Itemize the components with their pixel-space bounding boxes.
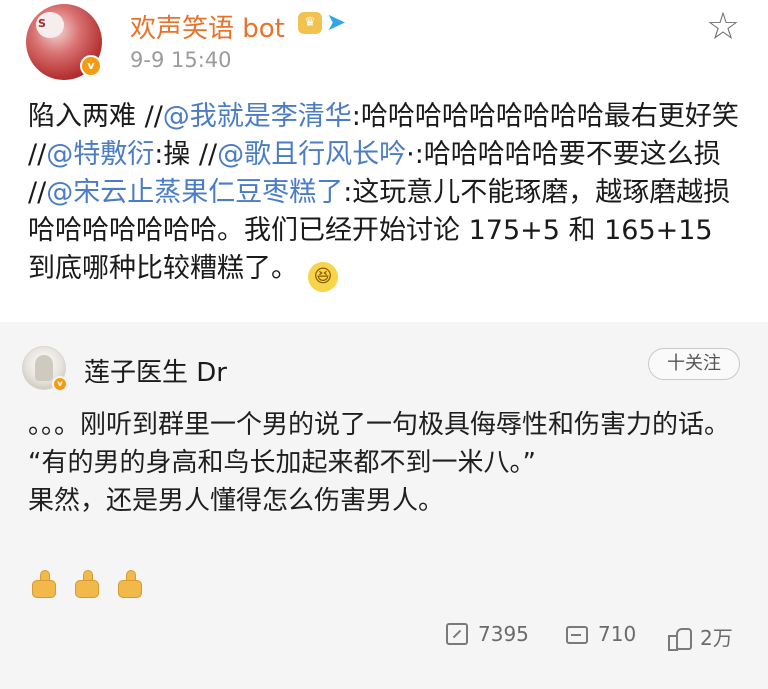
post-timestamp: 9-9 15:40 bbox=[130, 48, 232, 72]
repost-separator: // bbox=[28, 139, 47, 170]
comment-count: 710 bbox=[598, 622, 637, 646]
mention-link[interactable]: @歌且行风长吟 bbox=[217, 139, 406, 170]
like-icon bbox=[668, 626, 692, 651]
comment-line: “有的男的身高和鸟长加起来都不到一米八。” bbox=[28, 448, 536, 478]
thumbs-up-icon bbox=[28, 568, 62, 602]
post-text: 陷入两难 bbox=[28, 101, 136, 132]
repost-separator: // bbox=[198, 139, 218, 170]
repost-separator: // bbox=[28, 177, 47, 208]
comment-line: 果然，还是男人懂得怎么伤害男人。 bbox=[28, 486, 445, 516]
thumbs-up-icon bbox=[71, 568, 105, 602]
mention-link[interactable]: @我就是李清华 bbox=[163, 101, 352, 132]
comment-username[interactable]: 莲子医生 Dr bbox=[84, 352, 227, 389]
post-body: 陷入两难 //@我就是李清华:哈哈哈哈哈哈哈哈哈最右更好笑 //@特敷衍:操 /… bbox=[28, 98, 748, 292]
avatar-mark: S bbox=[38, 17, 46, 30]
action-bar: 7395 710 2万 bbox=[0, 618, 768, 658]
repost-count: 7395 bbox=[478, 622, 529, 646]
post-text: :操 bbox=[154, 139, 191, 170]
star-icon[interactable]: ☆ bbox=[706, 6, 740, 46]
verified-badge-icon: v bbox=[52, 376, 68, 392]
repost-icon bbox=[446, 623, 468, 645]
comment-body: 。。。刚听到群里一个男的说了一句极具侮辱性和伤害力的话。 “有的男的身高和鸟长加… bbox=[28, 406, 748, 520]
repost-button[interactable]: 7395 bbox=[446, 622, 529, 646]
original-post: S v 欢声笑语 bot ♛ ➤ 9-9 15:40 ☆ 陷入两难 //@我就是… bbox=[0, 0, 768, 322]
avatar-figure bbox=[35, 355, 53, 381]
follow-button[interactable]: 十关注 bbox=[648, 348, 740, 380]
post-text: ·:哈哈哈哈哈要不要这么损 bbox=[406, 139, 721, 170]
mention-link[interactable]: @特敷衍 bbox=[46, 139, 154, 170]
post-text: :哈哈哈哈哈哈哈哈哈最右更好笑 bbox=[351, 101, 739, 132]
comment-card: v 莲子医生 Dr 十关注 。。。刚听到群里一个男的说了一句极具侮辱性和伤害力的… bbox=[0, 322, 768, 689]
comment-icon bbox=[566, 626, 588, 644]
thumbs-emoji-row bbox=[28, 568, 152, 604]
paper-plane-icon: ➤ bbox=[326, 8, 347, 36]
post-username[interactable]: 欢声笑语 bot bbox=[130, 8, 285, 45]
like-count: 2万 bbox=[700, 626, 733, 650]
crown-badge-icon: ♛ bbox=[298, 12, 322, 34]
comment-button[interactable]: 710 bbox=[566, 622, 636, 646]
repost-separator: // bbox=[144, 101, 163, 132]
comment-line: 。。。刚听到群里一个男的说了一句极具侮辱性和伤害力的话。 bbox=[28, 410, 731, 440]
like-button[interactable]: 2万 bbox=[668, 622, 733, 651]
thumbs-up-icon bbox=[114, 568, 148, 602]
mention-link[interactable]: @宋云止蒸果仁豆枣糕了 bbox=[46, 177, 343, 208]
verified-badge-icon: v bbox=[80, 55, 102, 77]
weibo-screenshot: S v 欢声笑语 bot ♛ ➤ 9-9 15:40 ☆ 陷入两难 //@我就是… bbox=[0, 0, 768, 689]
laughing-emoji-icon: 😆 bbox=[308, 262, 338, 292]
